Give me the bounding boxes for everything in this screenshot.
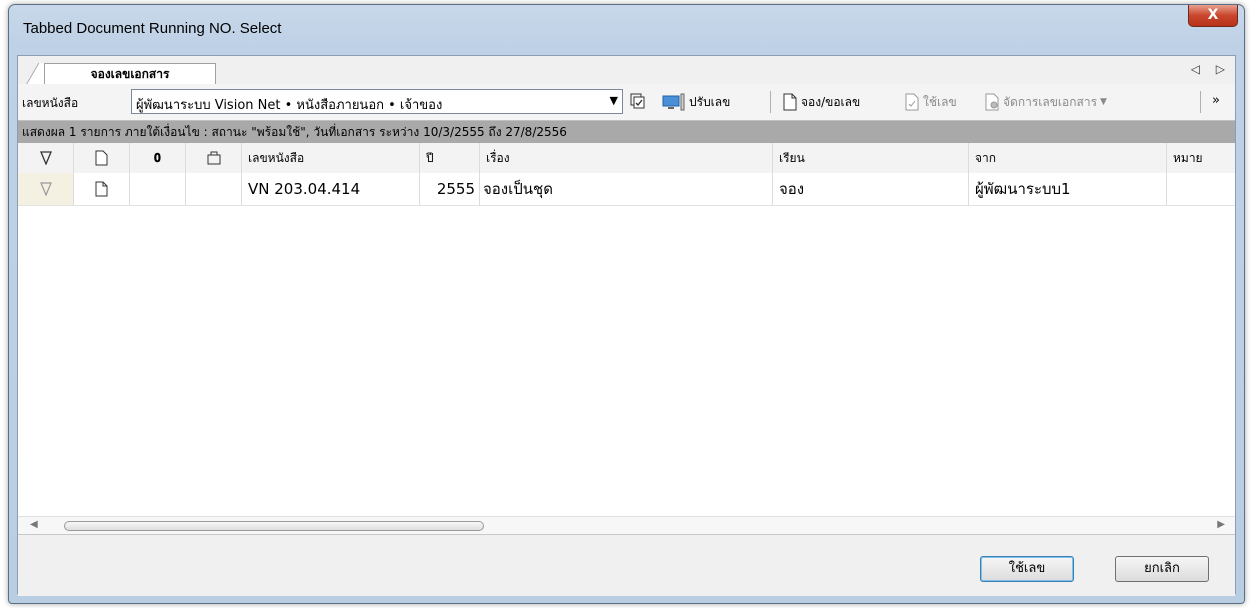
dialog-window: Tabbed Document Running NO. Select X จอง…	[8, 4, 1245, 604]
horizontal-scrollbar[interactable]: ◀ ▶	[18, 516, 1235, 535]
scroll-right-icon[interactable]: ▶	[1217, 519, 1225, 530]
results-grid: 𝟎 เลขหนังสือ ปี เรื่อง เรียน จาก หมาย VN…	[18, 143, 1235, 516]
adjust-number-label: ปรับเลข	[689, 94, 731, 109]
toolbar-overflow-button[interactable]: »	[1212, 88, 1220, 112]
cancel-button[interactable]: ยกเลิก	[1115, 556, 1209, 582]
close-button[interactable]: X	[1188, 5, 1238, 27]
manage-numbers-button[interactable]: จัดการเลขเอกสาร ▼	[984, 90, 1107, 114]
row-tray-cell	[186, 173, 242, 205]
row-number: VN 203.04.414	[242, 173, 420, 205]
window-title: Tabbed Document Running NO. Select	[23, 20, 282, 37]
toolbar-separator	[1200, 91, 1201, 113]
new-document-icon	[783, 93, 797, 111]
col-tray[interactable]	[186, 143, 242, 173]
use-number-label: ใช้เลข	[923, 94, 957, 109]
dialog-client: จองเลขเอกสาร ◁ ▷ เลขหนังสือ ผู้พัฒนาระบบ…	[17, 55, 1236, 596]
toolbar-separator	[770, 91, 771, 113]
tab-strip: จองเลขเอกสาร ◁ ▷	[18, 56, 1235, 85]
col-number[interactable]: เลขหนังสือ	[242, 143, 420, 173]
tab-reserve-document-number[interactable]: จองเลขเอกสาร	[44, 63, 216, 85]
col-year[interactable]: ปี	[420, 143, 480, 173]
adjust-number-button[interactable]: ปรับเลข	[662, 90, 730, 114]
col-note[interactable]: หมาย	[1167, 143, 1235, 173]
table-row[interactable]: VN 203.04.414 2555 จองเป็นชุด จอง ผู้พัฒ…	[18, 173, 1235, 206]
row-subject: จองเป็นชุด	[480, 173, 773, 205]
tab-scroll-arrows[interactable]: ◁ ▷	[1191, 62, 1231, 76]
row-note	[1167, 173, 1235, 205]
new-document-icon	[95, 181, 107, 197]
row-year: 2555	[420, 173, 480, 205]
filter-status: แสดงผล 1 รายการ ภายใต้เงื่อนไข : สถานะ "…	[18, 121, 1235, 143]
col-subject[interactable]: เรื่อง	[480, 143, 773, 173]
document-check-icon	[905, 93, 919, 111]
use-number-ok-button[interactable]: ใช้เลข	[980, 556, 1074, 582]
document-settings-icon	[985, 93, 999, 111]
monitor-icon	[662, 93, 685, 111]
chevron-down-icon[interactable]: ▼	[610, 94, 618, 107]
col-document[interactable]	[74, 143, 130, 173]
row-to: จอง	[773, 173, 969, 205]
document-icon	[95, 150, 107, 166]
copy-check-icon	[630, 93, 645, 109]
row-from: ผู้พัฒนาระบบ1	[969, 173, 1167, 205]
book-select[interactable]: ผู้พัฒนาระบบ Vision Net • หนังสือภายนอก …	[131, 89, 623, 114]
copy-select-button[interactable]	[630, 90, 646, 114]
toolbar: เลขหนังสือ ผู้พัฒนาระบบ Vision Net • หนั…	[18, 84, 1235, 121]
book-label: เลขหนังสือ	[22, 96, 79, 110]
grid-header: 𝟎 เลขหนังสือ ปี เรื่อง เรียน จาก หมาย	[18, 143, 1235, 174]
flag-icon	[39, 182, 52, 196]
col-from[interactable]: จาก	[969, 143, 1167, 173]
reserve-number-label: จอง/ขอเลข	[801, 94, 861, 109]
book-select-value: ผู้พัฒนาระบบ Vision Net • หนังสือภายนอก …	[136, 98, 443, 113]
manage-numbers-label: จัดการเลขเอกสาร	[1003, 94, 1098, 109]
row-document-cell[interactable]	[74, 173, 130, 205]
reserve-number-button[interactable]: จอง/ขอเลข	[782, 90, 860, 114]
scroll-left-icon[interactable]: ◀	[30, 519, 38, 530]
title-bar[interactable]: Tabbed Document Running NO. Select X	[9, 5, 1244, 41]
row-attachment-cell	[130, 173, 186, 205]
col-to[interactable]: เรียน	[773, 143, 969, 173]
chevron-down-icon: ▼	[1100, 97, 1107, 107]
use-number-button[interactable]: ใช้เลข	[904, 90, 957, 114]
dialog-footer: ใช้เลข ยกเลิก	[18, 534, 1235, 596]
col-flag[interactable]	[18, 143, 74, 173]
scrollbar-thumb[interactable]	[64, 521, 484, 531]
paperclip-icon: 𝟎	[154, 150, 161, 165]
flag-icon	[39, 151, 52, 165]
inbox-icon	[207, 151, 220, 165]
row-flag-cell[interactable]	[18, 173, 74, 205]
col-attachment[interactable]: 𝟎	[130, 143, 186, 173]
